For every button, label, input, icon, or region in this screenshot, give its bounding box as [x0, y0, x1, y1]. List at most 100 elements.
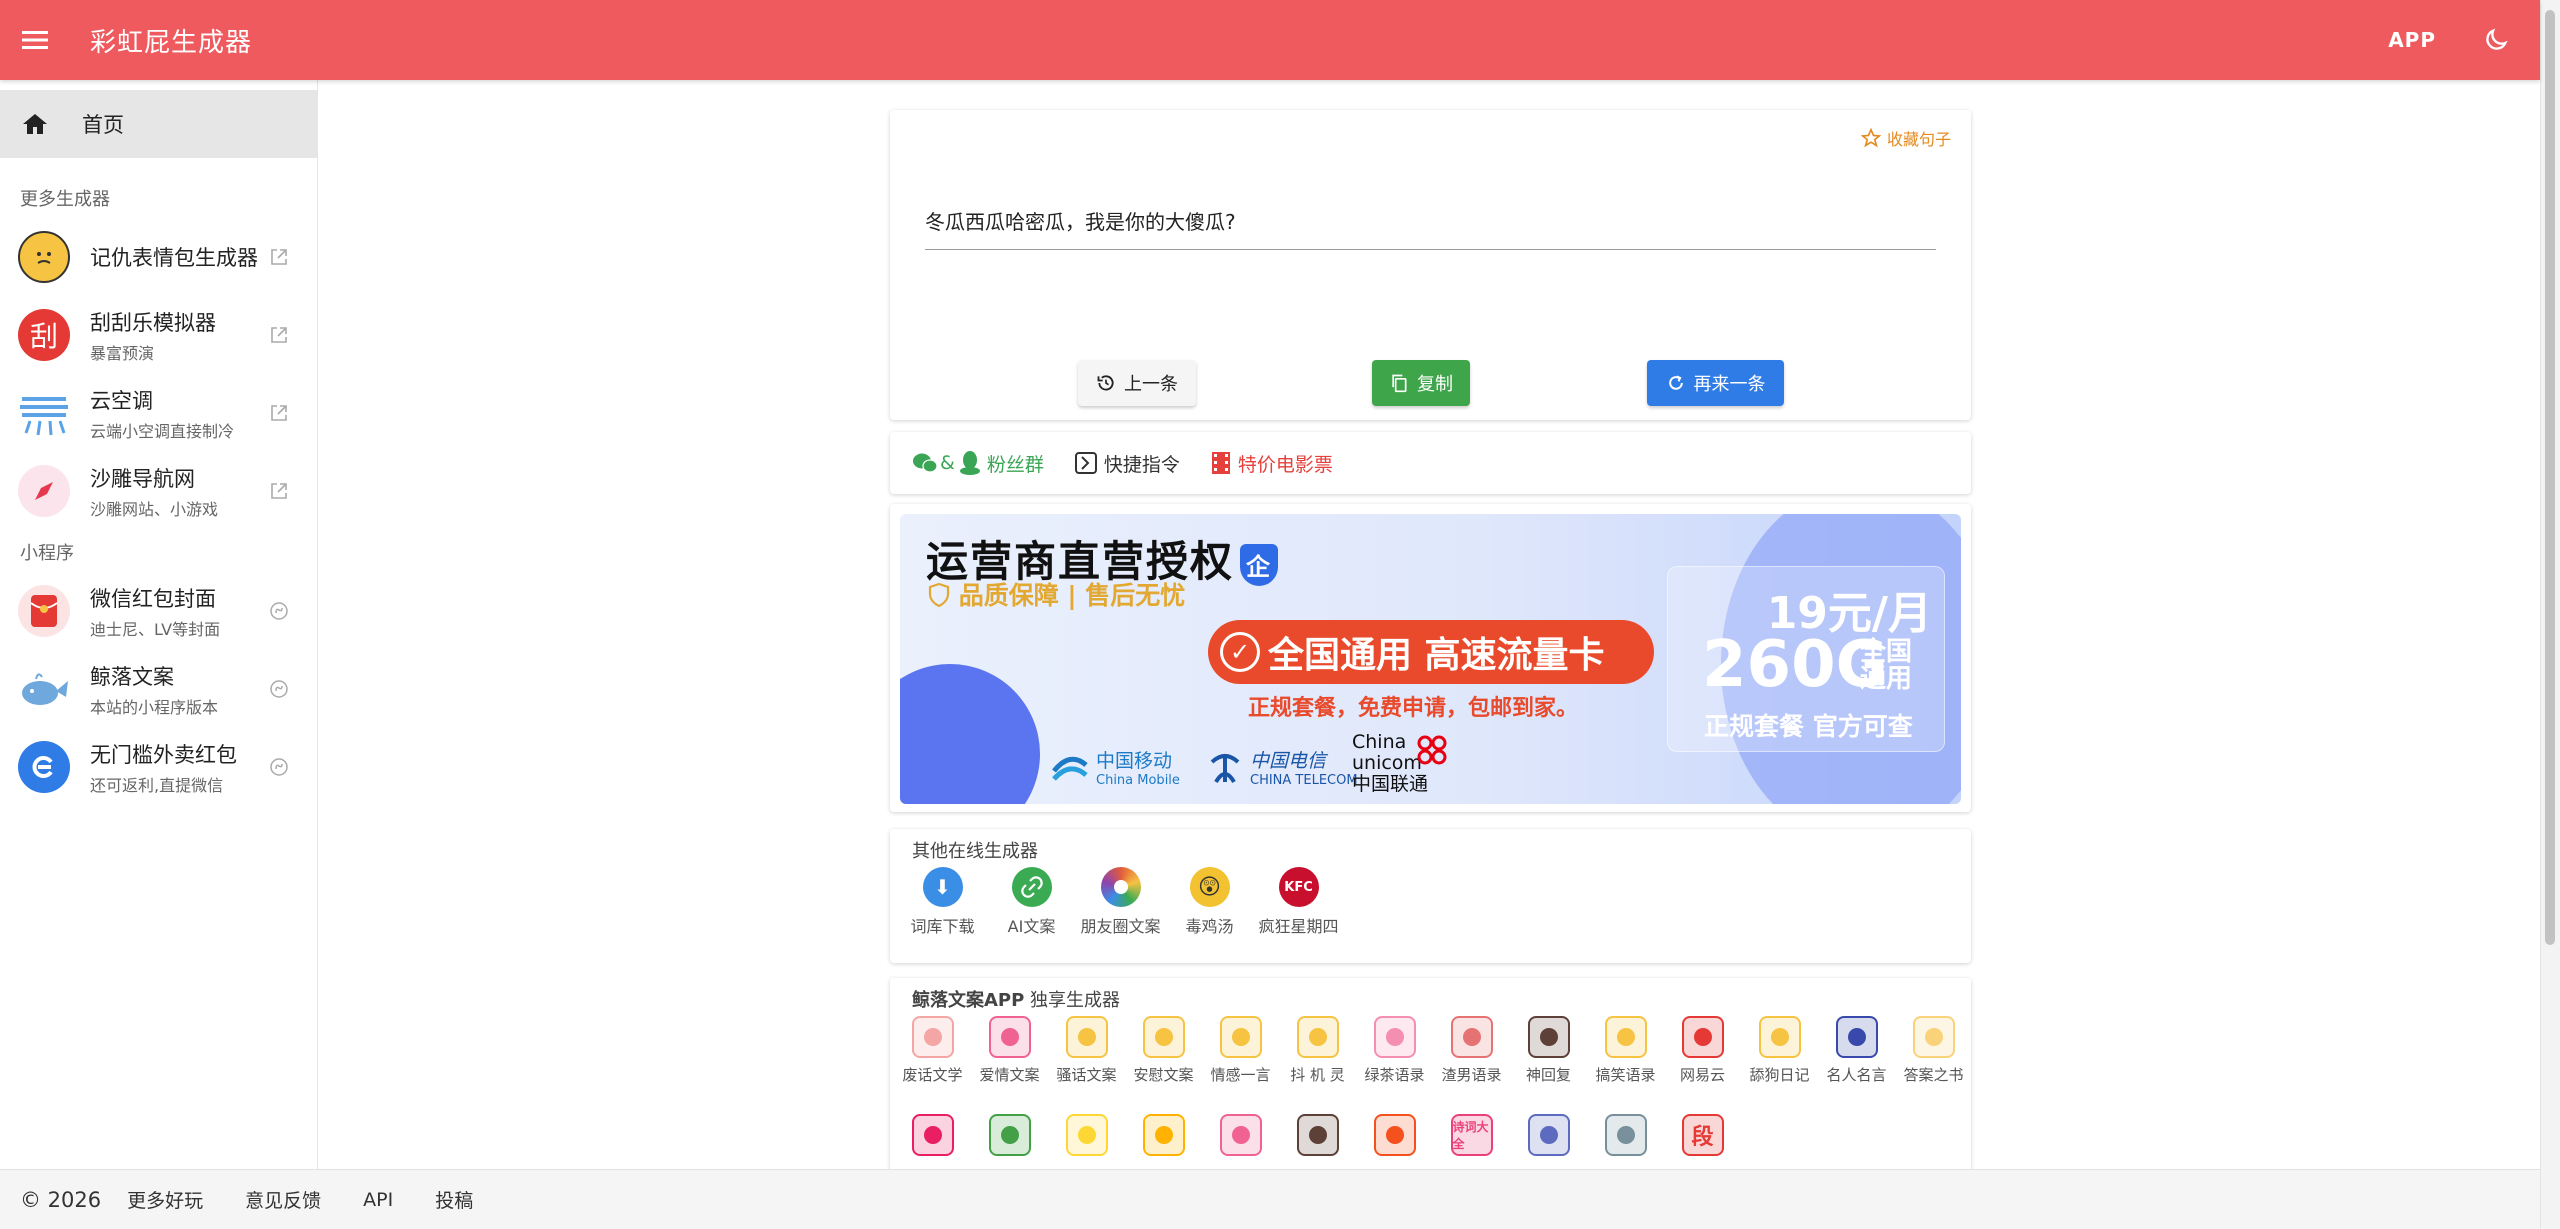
app-generator-item[interactable]: 骚话文案 — [1048, 1016, 1125, 1085]
sidebar-item-scratch-card[interactable]: 刮 刮刮乐模拟器 暴富预演 — [0, 296, 317, 374]
app-generator-item[interactable]: 抖 机 灵 — [1279, 1016, 1356, 1085]
app-download-button[interactable]: APP — [2388, 28, 2436, 52]
sidebar-item-takeout-coupon[interactable]: 无门槛外卖红包 还可返利,直提微信 — [0, 728, 317, 806]
takeout-coupon-icon — [18, 741, 70, 793]
sidebar-item-grudge-meme[interactable]: 记仇表情包生成器 — [0, 218, 317, 296]
fans-group-link[interactable]: & 粉丝群 — [912, 450, 1044, 477]
app-generator-item[interactable] — [894, 1114, 971, 1156]
tea-heart-icon — [1373, 1016, 1416, 1058]
refresh-icon — [1668, 375, 1683, 390]
banner-scope: 全国 通用 — [1860, 637, 1913, 695]
generator-label: AI文案 — [1007, 917, 1056, 936]
app-generator-item[interactable] — [1202, 1114, 1279, 1156]
book-icon — [1912, 1016, 1955, 1058]
wechat-icon — [913, 453, 938, 473]
shortcut-link[interactable]: 快捷指令 — [1074, 450, 1180, 477]
next-label: 再来一条 — [1693, 374, 1766, 395]
mini-program-icon — [270, 680, 288, 698]
previous-button[interactable]: 上一条 — [1078, 360, 1196, 406]
app-generator-item[interactable] — [1125, 1114, 1202, 1156]
app-generator-item[interactable] — [1587, 1114, 1664, 1156]
app-generator-item[interactable]: 答案之书 — [1895, 1016, 1972, 1085]
app-generator-item[interactable]: 诗词大全 — [1433, 1114, 1510, 1156]
favorite-button[interactable]: 收藏句子 — [1860, 126, 1951, 150]
movie-ticket-link[interactable]: 特价电影票 — [1210, 450, 1333, 477]
copyright: © 2026 — [20, 1187, 102, 1212]
sidebar-item-subtitle: 迪士尼、LV等封面 — [90, 619, 221, 639]
app-generator-item[interactable]: 绿茶语录 — [1356, 1016, 1433, 1085]
app-generator-item[interactable] — [1510, 1114, 1587, 1156]
sidebar-item-whale-copy[interactable]: 鲸落文案 本站的小程序版本 — [0, 650, 317, 728]
next-button[interactable]: 再来一条 — [1647, 360, 1784, 406]
app-generator-item[interactable]: 爱情文案 — [971, 1016, 1048, 1085]
download-icon: ⬇ — [922, 867, 963, 907]
app-generator-item[interactable]: 段 — [1664, 1114, 1741, 1156]
app-generator-item[interactable]: 渣男语录 — [1433, 1016, 1510, 1085]
app-generators-title: 鲸落文案APP 独享生成器 — [912, 990, 1121, 1011]
data-card-ad-banner[interactable]: 运营商直营授权企 品质保障 | 售后无忧 ✓ 全国通用 高速流量卡 正规套餐，免… — [900, 514, 1961, 804]
generator-ai-copy[interactable]: AI文案 — [987, 867, 1076, 937]
sidebar-item-red-envelope[interactable]: 微信红包封面 迪士尼、LV等封面 — [0, 572, 317, 650]
moon-icon — [2486, 28, 2508, 50]
other-generators-title: 其他在线生成器 — [912, 841, 1038, 862]
page-scrollbar[interactable] — [2540, 0, 2560, 1229]
message-icon — [1527, 1016, 1570, 1058]
footer-link-api[interactable]: API — [363, 1189, 393, 1211]
app-generator-item[interactable]: 舔狗日记 — [1741, 1016, 1818, 1085]
sidebar-item-title: 沙雕导航网 — [90, 466, 195, 491]
sidebar-item-title: 刮刮乐模拟器 — [90, 310, 216, 335]
fans-group-label: 粉丝群 — [986, 453, 1044, 476]
app-generator-item[interactable] — [1048, 1114, 1125, 1156]
film-icon — [1211, 452, 1230, 474]
footer-link-more-fun[interactable]: 更多好玩 — [127, 1186, 203, 1213]
app-generator-item[interactable] — [1356, 1114, 1433, 1156]
speech-icon — [1065, 1114, 1108, 1156]
app-generator-item[interactable]: 废话文学 — [894, 1016, 971, 1085]
sidebar-item-silly-nav[interactable]: 沙雕导航网 沙雕网站、小游戏 — [0, 452, 317, 530]
china-telecom-icon — [1210, 754, 1240, 784]
china-telecom-logo: 中国电信 CHINA TELECOM — [1206, 746, 1358, 788]
app-generator-item[interactable]: 网易云 — [1664, 1016, 1741, 1085]
generator-moments[interactable]: 朋友圈文案 — [1076, 867, 1165, 937]
copy-icon — [1392, 374, 1407, 393]
aperture-icon — [1100, 867, 1141, 907]
app-generator-item[interactable]: 神回复 — [1510, 1016, 1587, 1085]
quote-text[interactable]: 冬瓜西瓜哈密瓜，我是你的大傻瓜? — [925, 206, 1936, 250]
app-generators-card: 鲸落文案APP 独享生成器 废话文学 爱情文案 骚话文案 安慰文案 情感一言 抖 机 灵 绿… — [890, 978, 1971, 1178]
banner-price-note: 正规套餐 官方可查 — [1704, 712, 1913, 741]
app-generator-label: 爱情文案 — [979, 1066, 1040, 1084]
app-generator-item[interactable] — [971, 1114, 1048, 1156]
generator-download[interactable]: ⬇ 词库下载 — [898, 867, 987, 937]
bulb-icon — [1142, 1114, 1185, 1156]
segment-icon: 段 — [1681, 1114, 1724, 1156]
cool-face-icon — [1296, 1016, 1339, 1058]
shortcut-label: 快捷指令 — [1103, 453, 1180, 476]
footer-link-feedback[interactable]: 意见反馈 — [245, 1186, 321, 1213]
smirk-face-icon — [1604, 1016, 1647, 1058]
scrollbar-thumb[interactable] — [2545, 10, 2555, 945]
sidebar-item-title: 鲸落文案 — [90, 664, 174, 689]
footer: © 2026 更多好玩 意见反馈 API 投稿 — [0, 1169, 2540, 1229]
theme-toggle-button[interactable] — [2476, 20, 2516, 60]
enterprise-badge-icon: 企 — [1240, 543, 1279, 586]
sidebar-item-subtitle: 暴富预演 — [90, 343, 155, 363]
dialog-icon — [1604, 1114, 1647, 1156]
sidebar-item-home[interactable]: 首页 — [0, 90, 317, 158]
home-icon — [23, 114, 47, 134]
app-generator-item[interactable]: 安慰文案 — [1125, 1016, 1202, 1085]
app-generator-label: 搞笑语录 — [1595, 1066, 1656, 1084]
app-generator-item[interactable]: 搞笑语录 — [1587, 1016, 1664, 1085]
air-conditioner-icon — [18, 387, 70, 439]
copy-button[interactable]: 复制 — [1372, 360, 1470, 406]
app-generator-item[interactable]: 名人名言 — [1818, 1016, 1895, 1085]
app-generator-item[interactable] — [1279, 1114, 1356, 1156]
footer-link-submit[interactable]: 投稿 — [435, 1186, 473, 1213]
sidebar-item-cloud-ac[interactable]: 云空调 云端小空调直接制冷 — [0, 374, 317, 452]
menu-button[interactable] — [0, 0, 70, 80]
banner-card: 运营商直营授权企 品质保障 | 售后无忧 ✓ 全国通用 高速流量卡 正规套餐，免… — [890, 504, 1971, 812]
app-generator-item[interactable]: 情感一言 — [1202, 1016, 1279, 1085]
generator-crazy-thursday[interactable]: KFC 疯狂星期四 — [1254, 867, 1343, 937]
generator-poison-soup[interactable]: 😲 毒鸡汤 — [1165, 867, 1254, 937]
generator-label: 疯狂星期四 — [1258, 917, 1339, 936]
gamepad-icon — [1296, 1114, 1339, 1156]
